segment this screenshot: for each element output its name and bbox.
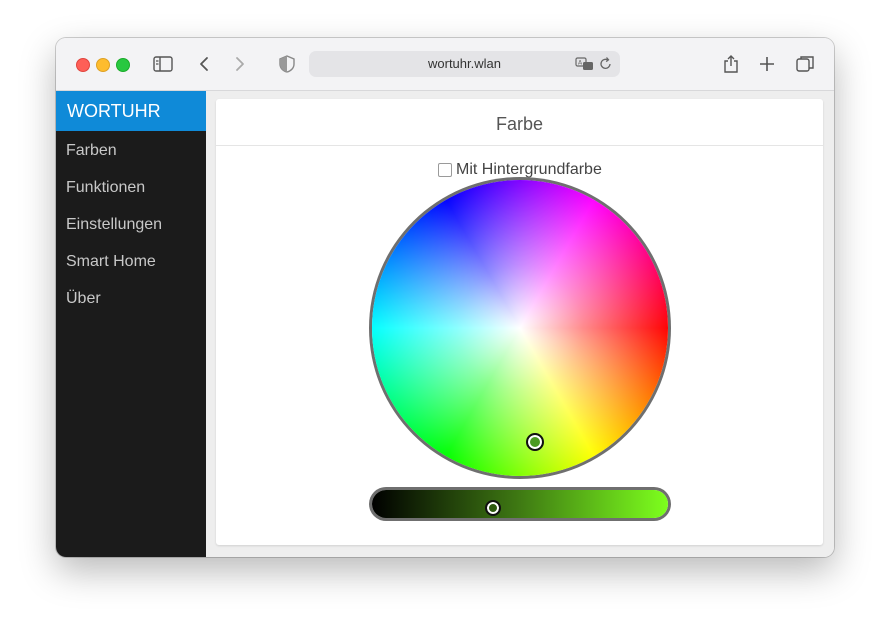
- sidebar: WORTUHR Farben Funktionen Einstellungen …: [56, 91, 206, 557]
- tab-overview-icon[interactable]: [794, 53, 816, 75]
- color-card: Farbe Mit Hintergrundfarbe: [216, 99, 823, 545]
- main-content: Farbe Mit Hintergrundfarbe: [206, 91, 834, 557]
- brightness-slider[interactable]: [372, 490, 668, 518]
- sidebar-item-ueber[interactable]: Über: [66, 290, 101, 308]
- card-header: Farbe: [216, 99, 823, 146]
- reload-icon[interactable]: [599, 56, 613, 72]
- sidebar-item-farben[interactable]: Farben: [66, 142, 117, 160]
- browser-window: wortuhr.wlan A WORTUHR Farben Funktionen…: [56, 38, 834, 557]
- sidebar-toggle-icon[interactable]: [152, 53, 174, 75]
- url-text: wortuhr.wlan: [428, 56, 501, 71]
- brand-title[interactable]: WORTUHR: [56, 91, 206, 131]
- share-icon[interactable]: [720, 53, 742, 75]
- privacy-shield-icon[interactable]: [276, 53, 298, 75]
- color-wheel[interactable]: [372, 180, 668, 476]
- back-icon[interactable]: [194, 53, 216, 75]
- card-title: Farbe: [495, 114, 544, 134]
- minimize-window-button[interactable]: [96, 58, 110, 72]
- color-wheel-handle[interactable]: [526, 433, 544, 451]
- background-color-checkbox[interactable]: [438, 163, 452, 177]
- translate-icon[interactable]: A: [575, 56, 595, 72]
- zoom-window-button[interactable]: [116, 58, 130, 72]
- sidebar-item-funktionen[interactable]: Funktionen: [66, 179, 145, 197]
- new-tab-icon[interactable]: [756, 53, 778, 75]
- address-bar[interactable]: wortuhr.wlan A: [309, 51, 620, 77]
- sidebar-item-einstellungen[interactable]: Einstellungen: [66, 216, 162, 234]
- close-window-button[interactable]: [76, 58, 90, 72]
- color-wheel-saturation: [372, 180, 668, 476]
- sidebar-item-smart-home[interactable]: Smart Home: [66, 253, 156, 271]
- background-color-label[interactable]: Mit Hintergrundfarbe: [456, 161, 602, 179]
- browser-toolbar: wortuhr.wlan A: [56, 38, 834, 91]
- forward-icon[interactable]: [228, 53, 250, 75]
